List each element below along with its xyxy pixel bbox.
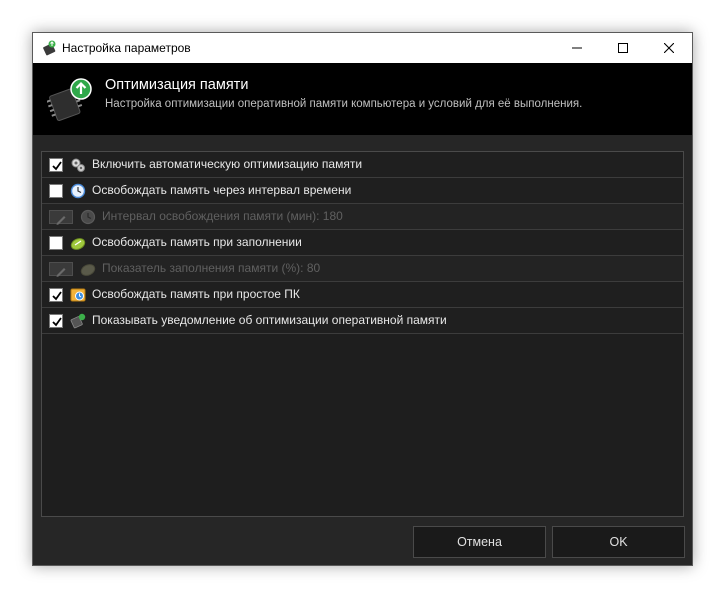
option-label: Интервал освобождения памяти (мин): 180	[102, 209, 343, 223]
check-mark-icon	[52, 291, 62, 301]
option-label: Освобождать память через интервал времен…	[92, 183, 352, 197]
minimize-button[interactable]	[554, 33, 600, 63]
app-icon	[43, 40, 56, 56]
content-area: Включить автоматическую оптимизацию памя…	[33, 135, 692, 565]
option-label: Включить автоматическую оптимизацию памя…	[92, 157, 363, 171]
banner-heading: Оптимизация памяти	[105, 77, 249, 93]
option-label: Показатель заполнения памяти (%): 80	[102, 261, 321, 275]
option-label: Освобождать память при простое ПК	[92, 287, 300, 301]
idle-pc-icon	[70, 288, 86, 302]
checkbox[interactable]	[49, 314, 63, 328]
checkbox[interactable]	[49, 288, 63, 302]
chip-notify-icon	[70, 313, 86, 329]
gauge-icon	[70, 238, 86, 250]
gauge-icon	[80, 264, 96, 276]
option-fill-threshold: Показатель заполнения памяти (%): 80	[42, 256, 683, 282]
maximize-button[interactable]	[600, 33, 646, 63]
cancel-button[interactable]: Отмена	[413, 526, 546, 558]
clock-icon	[70, 183, 86, 199]
option-label: Освобождать память при заполнении	[92, 235, 302, 249]
check-mark-icon	[52, 317, 62, 327]
header-banner: Оптимизация памяти Настройка оптимизации…	[33, 63, 692, 135]
gears-icon	[71, 158, 85, 172]
pencil-icon	[56, 216, 66, 225]
ok-button[interactable]: OK	[552, 526, 685, 558]
check-mark-icon	[52, 161, 62, 171]
options-list: Включить автоматическую оптимизацию памя…	[41, 151, 684, 517]
edit-value-button	[49, 262, 73, 277]
option-label: Показывать уведомление об оптимизации оп…	[92, 313, 447, 327]
memory-chip-upload-icon	[47, 78, 92, 122]
checkbox[interactable]	[49, 158, 63, 172]
option-show-notification[interactable]: Показывать уведомление об оптимизации оп…	[42, 308, 683, 334]
checkbox[interactable]	[49, 236, 63, 250]
close-button[interactable]	[646, 33, 692, 63]
pencil-icon	[56, 268, 66, 277]
banner-description: Настройка оптимизации оперативной памяти…	[105, 98, 583, 110]
title-bar: Настройка параметров	[33, 33, 692, 63]
window-title: Настройка параметров	[62, 41, 191, 55]
option-free-when-full[interactable]: Освобождать память при заполнении	[42, 230, 683, 256]
option-free-by-interval[interactable]: Освобождать память через интервал времен…	[42, 178, 683, 204]
maximize-icon	[618, 43, 628, 53]
edit-value-button	[49, 210, 73, 225]
option-auto-optimize[interactable]: Включить автоматическую оптимизацию памя…	[42, 152, 683, 178]
minimize-icon	[572, 47, 582, 49]
option-free-on-idle[interactable]: Освобождать память при простое ПК	[42, 282, 683, 308]
clock-icon	[80, 209, 96, 225]
close-icon	[664, 43, 674, 53]
checkbox[interactable]	[49, 184, 63, 198]
option-interval-value: Интервал освобождения памяти (мин): 180	[42, 204, 683, 230]
settings-dialog: Настройка параметров Оптимизация памяти …	[32, 32, 693, 566]
